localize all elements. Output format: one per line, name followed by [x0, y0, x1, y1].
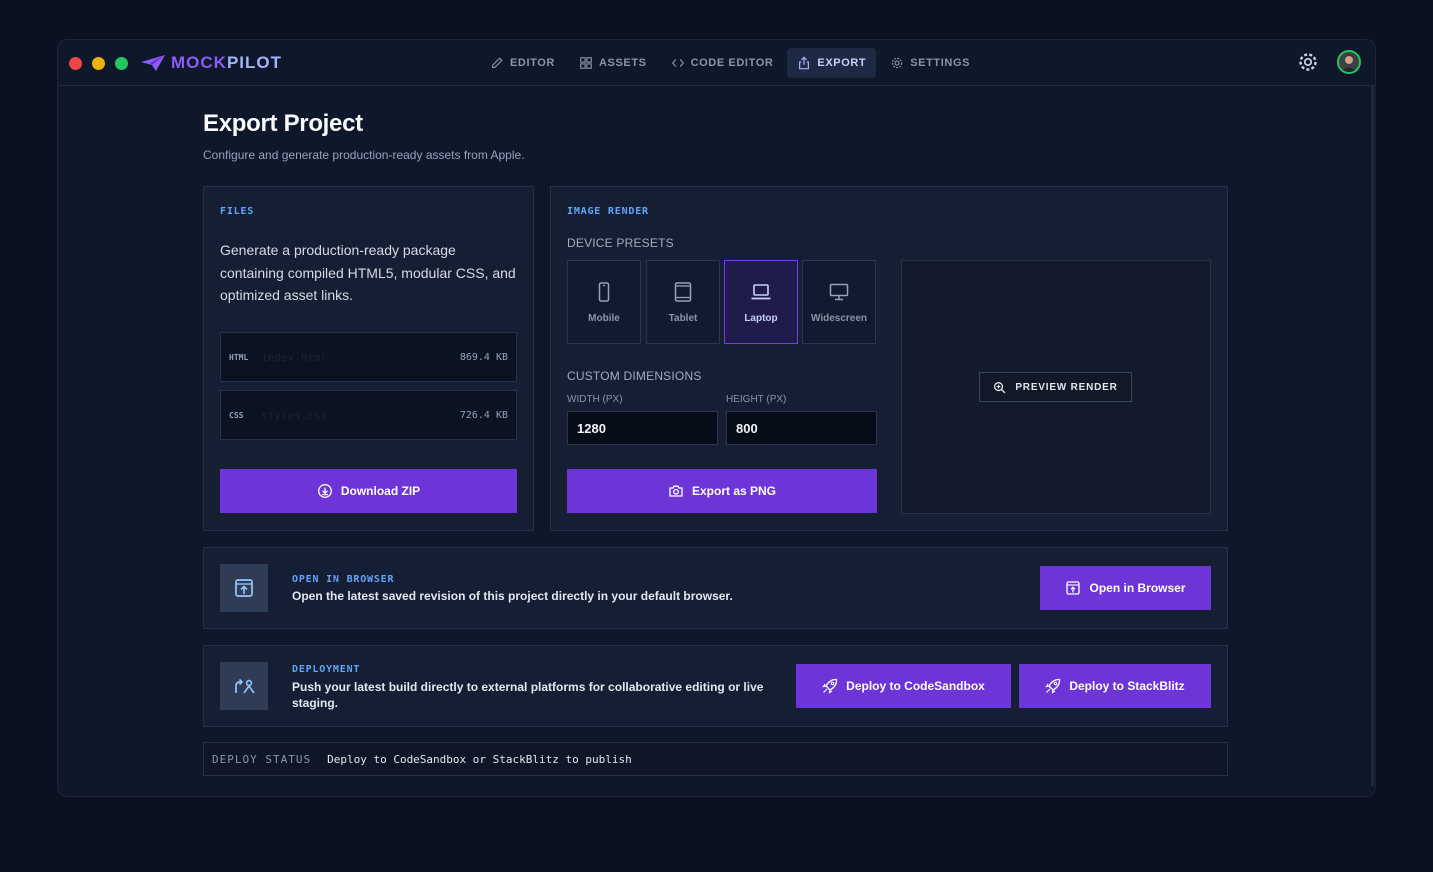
deployment-panel-icon-box — [220, 662, 268, 710]
scrollbar[interactable] — [1371, 86, 1374, 786]
download-zip-button[interactable]: Download ZIP — [220, 469, 517, 513]
export-png-button[interactable]: Export as PNG — [567, 469, 877, 513]
deploy-codesandbox-button[interactable]: Deploy to CodeSandbox — [796, 664, 1011, 708]
open-in-browser-panel: OPEN IN BROWSER Open the latest saved re… — [203, 547, 1228, 629]
rocket-icon — [822, 678, 838, 694]
app-window: MOCKPILOT EDITOR ASSETS CODE EDITOR EXPO… — [57, 39, 1376, 797]
settings-gear-icon[interactable] — [1297, 51, 1319, 73]
files-description: Generate a production-ready package cont… — [220, 242, 516, 303]
open-in-browser-label: OPEN IN BROWSER — [292, 574, 395, 585]
height-label: HEIGHT (PX) — [726, 394, 787, 405]
logo-text-pilot: PILOT — [226, 53, 283, 72]
user-avatar[interactable] — [1337, 50, 1361, 74]
zoom-in-icon — [994, 381, 1006, 393]
file-name: styles.css — [261, 408, 328, 422]
main-nav: EDITOR ASSETS CODE EDITOR EXPORT SETTING… — [480, 48, 980, 78]
file-ext-badge: CSS — [229, 410, 244, 420]
open-external-icon — [1066, 581, 1081, 595]
browser-panel-icon-box — [220, 564, 268, 612]
tablet-icon — [674, 281, 692, 302]
title-bar: MOCKPILOT EDITOR ASSETS CODE EDITOR EXPO… — [58, 40, 1375, 86]
deploy-flow-icon — [235, 678, 255, 694]
open-in-browser-button-label: Open in Browser — [1089, 581, 1186, 595]
titlebar-actions — [1297, 50, 1361, 74]
deployment-text: Push your latest build directly to exter… — [292, 680, 764, 710]
nav-editor-label: EDITOR — [510, 57, 555, 69]
minimize-window-button[interactable] — [92, 57, 105, 70]
gear-icon — [892, 57, 903, 69]
nav-settings[interactable]: SETTINGS — [880, 48, 980, 78]
preset-mobile[interactable]: Mobile — [567, 260, 641, 344]
device-presets-heading: DEVICE PRESETS — [567, 236, 674, 250]
render-preview-area: PREVIEW RENDER — [901, 260, 1211, 514]
preset-mobile-label: Mobile — [588, 312, 620, 324]
pencil-icon — [492, 57, 503, 68]
laptop-icon — [751, 283, 771, 299]
preset-widescreen-label: Widescreen — [810, 312, 868, 324]
monitor-icon — [829, 283, 849, 300]
nav-code-editor-label: CODE EDITOR — [690, 57, 774, 69]
open-in-browser-text: Open the latest saved revision of this p… — [292, 589, 733, 603]
image-render-section-label: IMAGE RENDER — [567, 206, 649, 217]
paper-plane-icon — [141, 55, 165, 71]
preset-tablet[interactable]: Tablet — [646, 260, 720, 344]
share-icon — [799, 56, 810, 70]
nav-export-label: EXPORT — [817, 57, 867, 69]
nav-export[interactable]: EXPORT — [787, 48, 877, 78]
deploy-status-bar: DEPLOY STATUS Deploy to CodeSandbox or S… — [203, 742, 1228, 776]
width-input[interactable]: 1280 — [567, 411, 718, 445]
preset-laptop-label: Laptop — [744, 312, 778, 324]
preset-widescreen[interactable]: Widescreen — [802, 260, 876, 344]
download-zip-label: Download ZIP — [340, 484, 421, 498]
height-input[interactable]: 800 — [726, 411, 877, 445]
image-render-panel: IMAGE RENDER DEVICE PRESETS Mobile Table… — [550, 186, 1228, 531]
camera-icon — [669, 485, 683, 497]
close-window-button[interactable] — [69, 57, 82, 70]
page-title: Export Project — [203, 110, 363, 137]
rocket-icon — [1045, 678, 1061, 694]
maximize-window-button[interactable] — [115, 57, 128, 70]
mobile-icon — [598, 281, 610, 302]
deploy-codesandbox-label: Deploy to CodeSandbox — [846, 679, 985, 693]
nav-assets[interactable]: ASSETS — [569, 48, 657, 78]
nav-editor[interactable]: EDITOR — [480, 48, 565, 78]
app-logo[interactable]: MOCKPILOT — [140, 53, 282, 73]
width-label: WIDTH (PX) — [567, 394, 623, 405]
file-name: index.html — [261, 350, 328, 364]
file-row-html[interactable]: HTML index.html 869.4 KB — [220, 332, 517, 382]
logo-text-mock: MOCK — [171, 53, 227, 72]
nav-settings-label: SETTINGS — [910, 57, 971, 69]
file-size: 726.4 KB — [459, 409, 508, 421]
deploy-status-key: DEPLOY STATUS — [212, 752, 312, 766]
nav-code-editor[interactable]: CODE EDITOR — [661, 48, 784, 78]
files-section-label: FILES — [220, 206, 255, 217]
nav-assets-label: ASSETS — [598, 57, 647, 69]
deployment-panel: DEPLOYMENT Push your latest build direct… — [203, 645, 1228, 727]
deploy-stackblitz-button[interactable]: Deploy to StackBlitz — [1019, 664, 1211, 708]
preview-render-button[interactable]: PREVIEW RENDER — [979, 372, 1132, 402]
user-avatar-image — [1341, 54, 1357, 72]
download-circle-icon — [317, 484, 332, 498]
custom-dimensions-heading: CUSTOM DIMENSIONS — [567, 369, 702, 383]
deploy-stackblitz-label: Deploy to StackBlitz — [1069, 679, 1185, 693]
export-png-label: Export as PNG — [691, 484, 777, 498]
files-panel: FILES Generate a production-ready packag… — [203, 186, 534, 531]
preset-laptop[interactable]: Laptop — [724, 260, 798, 344]
preview-render-label: PREVIEW RENDER — [1015, 381, 1118, 393]
preset-tablet-label: Tablet — [668, 312, 698, 324]
file-row-css[interactable]: CSS styles.css 726.4 KB — [220, 390, 517, 440]
code-icon — [671, 59, 684, 67]
grid-icon — [580, 57, 592, 69]
open-external-icon — [235, 579, 253, 597]
page-subtitle: Configure and generate production-ready … — [203, 148, 525, 162]
file-ext-badge: HTML — [229, 352, 249, 362]
open-in-browser-button[interactable]: Open in Browser — [1040, 566, 1211, 610]
file-size: 869.4 KB — [459, 351, 508, 363]
page-header: Export Project Configure and generate pr… — [203, 110, 1228, 162]
deploy-status-value: Deploy to CodeSandbox or StackBlitz to p… — [327, 752, 632, 766]
deployment-label: DEPLOYMENT — [292, 664, 361, 675]
